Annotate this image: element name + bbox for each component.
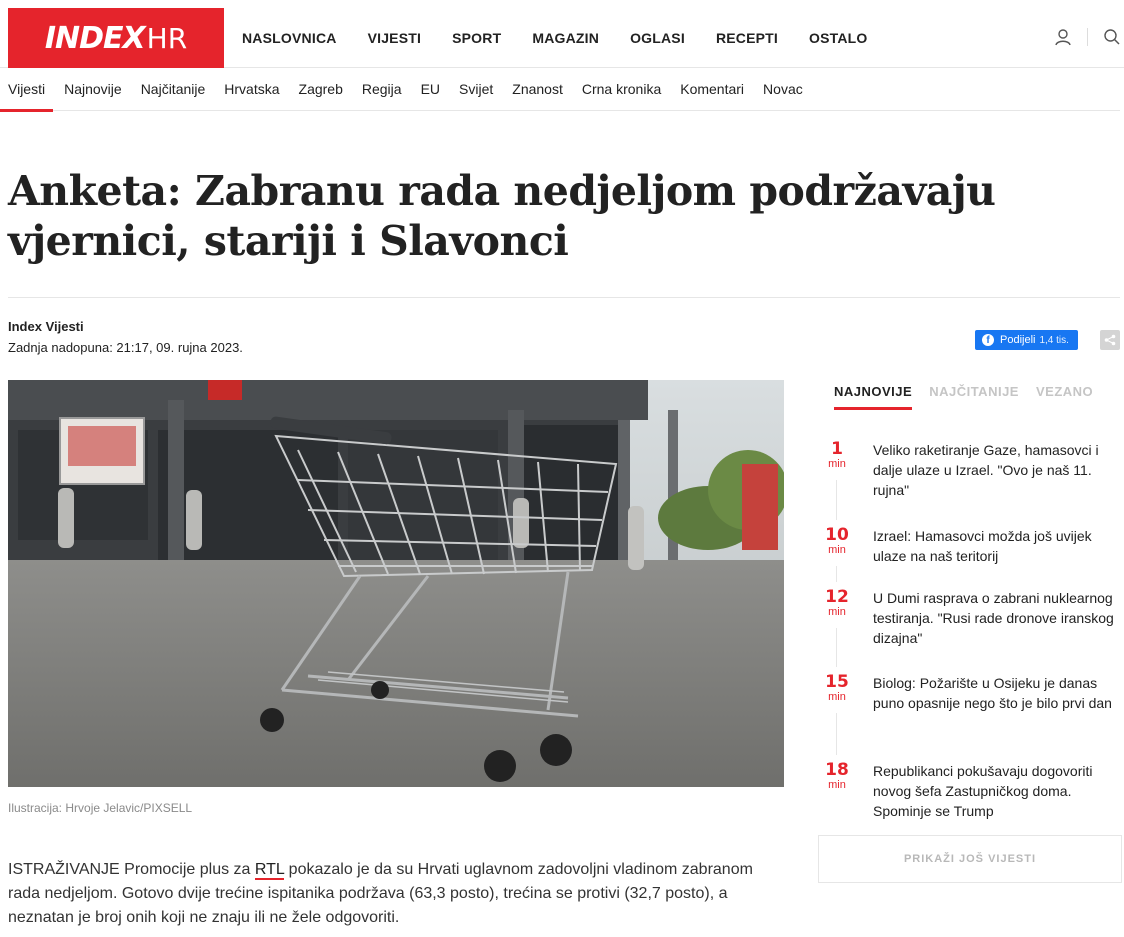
site-header: INDEX HR NASLOVNICA VIJESTI SPORT MAGAZI… [0,0,1124,68]
index-hr-logo[interactable]: INDEX HR [8,8,224,68]
icon-divider [1087,28,1088,46]
news-time-unit: min [828,779,846,791]
timeline-line [836,713,837,755]
news-time: 15 min [818,673,856,761]
news-time-unit: min [828,606,846,618]
timeline-line [836,480,837,520]
news-time-unit: min [828,458,846,470]
subnav-zagreb[interactable]: Zagreb [299,68,343,111]
article-updated: Zadnja nadopuna: 21:17, 09. rujna 2023. [8,340,243,355]
header-icons [1051,22,1124,52]
lead-text-1: ISTRAŽIVANJE Promocije plus za [8,861,255,878]
subnav-svijet[interactable]: Svijet [459,68,493,111]
news-time-value: 12 [825,587,849,607]
subnav-najcitanije[interactable]: Najčitanije [141,68,206,111]
list-item[interactable]: 1 min Veliko raketiranje Gaze, hamasovci … [818,440,1124,526]
article-lead: ISTRAŽIVANJE Promocije plus za RTL pokaz… [8,858,784,930]
facebook-share-button[interactable]: f Podijeli 1,4 tis. [975,330,1078,350]
timeline-line [836,628,837,667]
logo-main-text: INDEX [44,20,146,56]
subnav-novac[interactable]: Novac [763,68,803,111]
news-time: 12 min [818,588,856,673]
news-time-value: 18 [825,760,849,780]
nav-sport[interactable]: SPORT [452,30,501,46]
news-time-value: 1 [831,439,843,459]
title-divider [8,297,1120,298]
list-item[interactable]: 10 min Izrael: Hamasovci možda još uvijek… [818,526,1124,588]
logo-suffix-text: HR [146,21,188,55]
nav-naslovnica[interactable]: NASLOVNICA [242,30,337,46]
facebook-icon: f [982,334,994,346]
subnav-regija[interactable]: Regija [362,68,402,111]
subnav-vijesti[interactable]: Vijesti [0,68,54,112]
tab-najcitanije[interactable]: NAJČITANIJE [929,384,1019,404]
search-icon[interactable] [1100,25,1124,49]
show-more-news-button[interactable]: PRIKAŽI JOŠ VIJESTI [818,835,1122,883]
news-time-unit: min [828,544,846,556]
article-photo[interactable] [8,380,784,787]
subnav-komentari[interactable]: Komentari [680,68,744,111]
news-time: 1 min [818,440,856,526]
news-time-unit: min [828,691,846,703]
latest-news-list: 1 min Veliko raketiranje Gaze, hamasovci … [818,440,1124,847]
share-icon[interactable] [1100,330,1120,350]
subnav-hrvatska[interactable]: Hrvatska [224,68,279,111]
nav-oglasi[interactable]: OGLASI [630,30,685,46]
subnav-crna-kronika[interactable]: Crna kronika [582,68,661,111]
tab-najnovije[interactable]: NAJNOVIJE [834,384,913,410]
nav-recepti[interactable]: RECEPTI [716,30,778,46]
news-title[interactable]: Biolog: Požarište u Osijeku je danas pun… [856,673,1124,761]
subnav-znanost[interactable]: Znanost [512,68,563,111]
sidebar-tabs: NAJNOVIJE NAJČITANIJE VEZANO [834,384,1110,410]
main-nav: NASLOVNICA VIJESTI SPORT MAGAZIN OGLASI … [242,8,899,68]
news-time-value: 15 [825,672,849,692]
list-item[interactable]: 12 min U Dumi rasprava o zabrani nuklearn… [818,588,1124,673]
news-title[interactable]: Izrael: Hamasovci možda još uvijek ulaze… [856,526,1124,588]
photo-caption: Ilustracija: Hrvoje Jelavic/PIXSELL [8,801,193,815]
tab-vezano[interactable]: VEZANO [1036,384,1093,404]
nav-vijesti[interactable]: VIJESTI [368,30,422,46]
article-title: Anketa: Zabranu rada nedjeljom podržavaj… [8,167,996,265]
section-nav: Vijesti Najnovije Najčitanije Hrvatska Z… [0,68,1120,112]
user-icon[interactable] [1051,25,1075,49]
news-title[interactable]: U Dumi rasprava o zabrani nuklearnog tes… [856,588,1124,673]
rtl-link[interactable]: RTL [254,861,285,880]
news-time: 10 min [818,526,856,588]
subnav-eu[interactable]: EU [421,68,440,111]
news-time-value: 10 [825,525,849,545]
nav-ostalo[interactable]: OSTALO [809,30,868,46]
list-item[interactable]: 15 min Biolog: Požarište u Osijeku je dan… [818,673,1124,761]
news-title[interactable]: Veliko raketiranje Gaze, hamasovci i dal… [856,440,1124,526]
subnav-najnovije[interactable]: Najnovije [64,68,122,111]
timeline-line [836,566,837,582]
share-label: Podijeli [1000,334,1036,346]
share-count: 1,4 tis. [1039,334,1069,346]
nav-magazin[interactable]: MAGAZIN [532,30,599,46]
article-author[interactable]: Index Vijesti [8,319,84,334]
